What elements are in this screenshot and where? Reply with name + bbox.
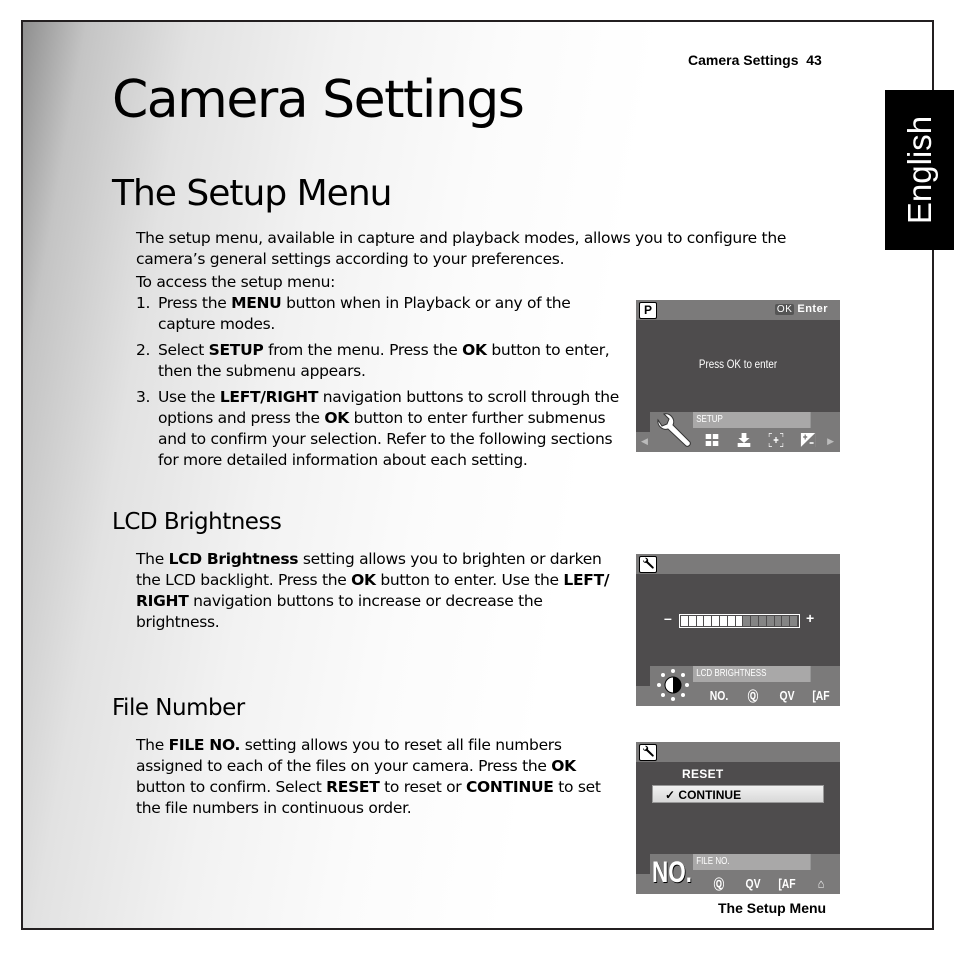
brightness-segment <box>681 616 688 626</box>
brightness-segment <box>712 616 719 626</box>
brightness-segment <box>727 616 735 626</box>
step-number: 1. <box>136 294 151 312</box>
brightness-segment <box>758 616 766 626</box>
option-continue[interactable]: ✓ CONTINUE <box>652 785 824 803</box>
wrench-icon <box>652 412 694 450</box>
brightness-icon <box>652 666 694 704</box>
figure-caption: The Setup Menu <box>718 900 827 916</box>
af-lamp-icon[interactable]: [AF <box>807 688 834 703</box>
file-number-big-icon: NO. <box>652 856 693 889</box>
camera-screen-setup: P OK Enter Press OK to enter SETUP ◀ ▶ <box>636 300 840 452</box>
left-arrow-icon[interactable]: ◀ <box>641 436 648 447</box>
ok-enter-hint: OK Enter <box>774 303 828 315</box>
press-ok-text: Press OK to enter <box>698 357 778 371</box>
ok-badge: OK <box>774 304 795 315</box>
file-number-icon[interactable]: NO. <box>705 688 732 703</box>
page-number: 43 <box>806 52 822 68</box>
file-number-heading: File Number <box>112 695 245 721</box>
brightness-segment <box>696 616 704 626</box>
digital-zoom-icon[interactable]: Ⓠ <box>705 874 732 893</box>
sound-icon[interactable]: ⌂ <box>807 876 834 891</box>
running-title: Camera Settings <box>688 52 799 68</box>
check-icon: ✓ <box>665 788 676 802</box>
brightness-segment <box>743 616 751 626</box>
running-header: Camera Settings 43 <box>688 52 822 68</box>
step-text: Select SETUP from the menu. Press the OK… <box>158 341 610 380</box>
step-text: Press the MENU button when in Playback o… <box>158 294 571 333</box>
af-lamp-icon[interactable]: [AF <box>773 876 800 891</box>
ok-label: Enter <box>797 303 828 315</box>
bold-term: LCD Brightness <box>168 550 299 568</box>
quick-view-icon[interactable]: QV <box>739 876 766 891</box>
page-title: Camera Settings <box>112 70 525 130</box>
step-number: 3. <box>136 388 151 406</box>
menu-icons <box>696 431 824 450</box>
step-number: 2. <box>136 341 151 359</box>
option-continue-label: CONTINUE <box>678 788 742 802</box>
lcd-brightness-heading: LCD Brightness <box>112 509 282 535</box>
wrench-icon <box>639 744 657 761</box>
brightness-segment <box>774 616 782 626</box>
bold-term: OK <box>462 341 487 359</box>
menu-label: FILE NO. <box>693 854 811 870</box>
image-size-icon[interactable] <box>699 433 725 449</box>
brightness-slider[interactable] <box>679 614 800 628</box>
bold-term: FILE NO. <box>168 736 241 754</box>
bold-term: RESET <box>326 778 380 796</box>
exposure-icon[interactable] <box>795 432 821 450</box>
bold-term: CONTINUE <box>465 778 554 796</box>
lcd-brightness-text: The LCD Brightness setting allows you to… <box>136 550 610 631</box>
decrease-icon: – <box>664 610 672 626</box>
step-item: 3. Use the LEFT/RIGHT navigation buttons … <box>136 387 626 471</box>
access-lead: To access the setup menu: <box>136 273 336 291</box>
camera-screen-lcd-brightness: – + LCD BRIGHTNESS NO. Ⓠ QV [AF <box>636 554 840 706</box>
increase-icon: + <box>806 610 815 626</box>
wrench-icon <box>639 556 657 573</box>
bold-term: MENU <box>231 294 282 312</box>
section-title: The Setup Menu <box>112 173 392 214</box>
step-item: 1. Press the MENU button when in Playback… <box>136 293 626 335</box>
quick-view-icon[interactable]: QV <box>773 688 800 703</box>
digital-zoom-icon[interactable]: Ⓠ <box>739 686 766 705</box>
menu-icons: NO. Ⓠ QV [AF <box>702 686 840 704</box>
bold-term: OK <box>324 409 349 427</box>
program-mode-icon: P <box>639 302 657 319</box>
brightness-segment <box>735 616 743 626</box>
bold-term: SETUP <box>208 341 264 359</box>
menu-label: SETUP <box>693 412 811 428</box>
bold-term: OK <box>551 757 576 775</box>
section-intro: The setup menu, available in capture and… <box>136 229 787 268</box>
language-label: English <box>900 115 938 225</box>
step-item: 2. Select SETUP from the menu. Press the … <box>136 340 626 382</box>
screen-topbar <box>636 742 840 762</box>
language-tab: English <box>885 90 954 250</box>
steps-list: 1. Press the MENU button when in Playback… <box>136 293 626 476</box>
brightness-segment <box>751 616 758 626</box>
brightness-segment <box>790 616 797 626</box>
menu-label: LCD BRIGHTNESS <box>693 666 811 682</box>
camera-screen-file-number: RESET ✓ CONTINUE FILE NO. NO. Ⓠ QV [AF ⌂ <box>636 742 840 894</box>
right-arrow-icon[interactable]: ▶ <box>827 436 834 447</box>
file-number-text: The FILE NO. setting allows you to reset… <box>136 736 601 817</box>
option-reset[interactable]: RESET <box>682 767 724 781</box>
menu-icons: Ⓠ QV [AF ⌂ <box>702 874 840 892</box>
screen-topbar <box>636 554 840 574</box>
focus-icon[interactable] <box>763 431 789 450</box>
step-text: Use the LEFT/RIGHT navigation buttons to… <box>158 388 620 469</box>
quality-icon[interactable] <box>731 432 757 450</box>
brightness-segment <box>704 616 712 626</box>
brightness-segment <box>688 616 696 626</box>
bold-term: OK <box>351 571 376 589</box>
brightness-segment <box>766 616 774 626</box>
bold-term: LEFT/RIGHT <box>219 388 319 406</box>
brightness-segment <box>782 616 790 626</box>
brightness-segment <box>719 616 727 626</box>
